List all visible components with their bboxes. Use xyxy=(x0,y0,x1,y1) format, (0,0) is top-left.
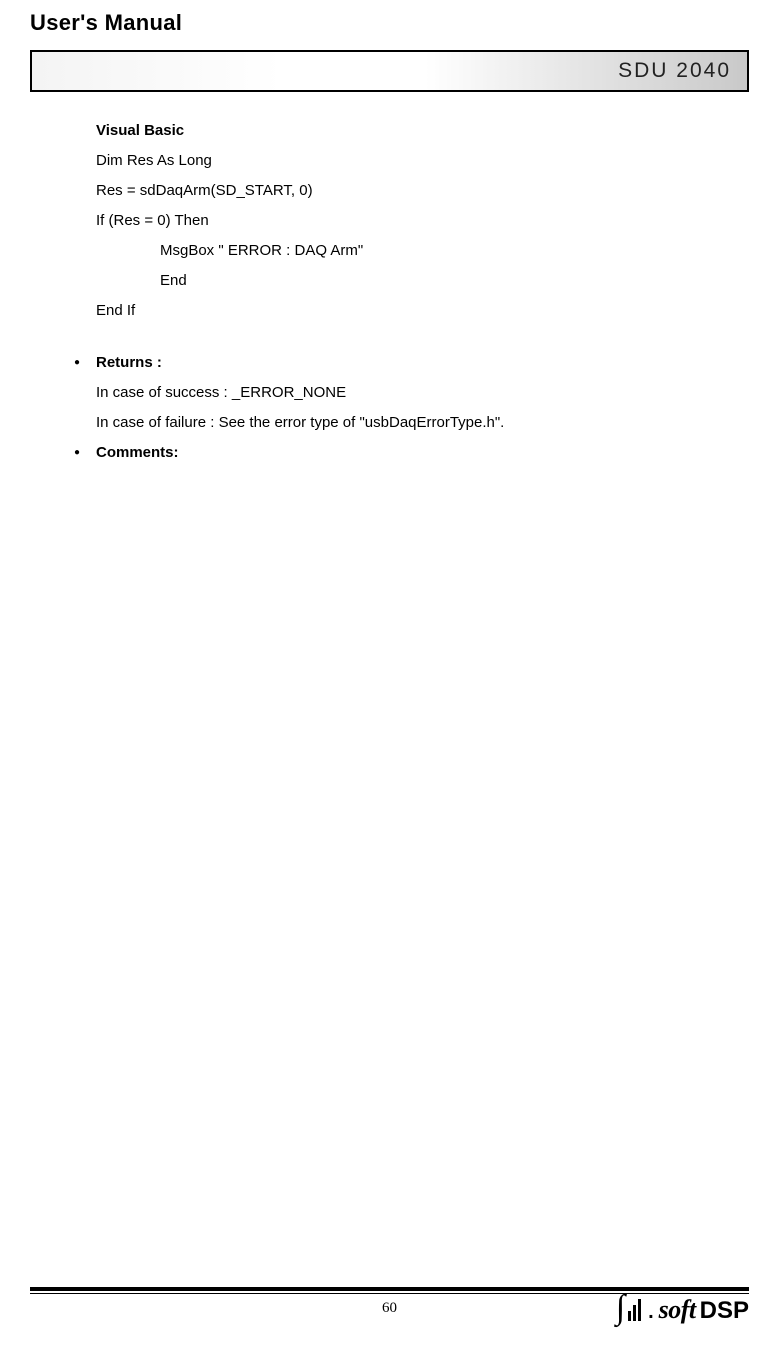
code-line: MsgBox " ERROR : DAQ Arm" xyxy=(96,236,729,266)
footer-rule xyxy=(30,1287,749,1291)
product-name: SDU 2040 xyxy=(618,59,731,83)
code-line: End If xyxy=(96,296,729,326)
code-line: If (Res = 0) Then xyxy=(96,206,729,236)
page-number: 60 xyxy=(382,1300,397,1317)
returns-label: Returns : xyxy=(96,348,504,378)
softdsp-logo: ∫ . softDSP xyxy=(616,1294,749,1325)
code-line: Res = sdDaqArm(SD_START, 0) xyxy=(96,176,729,206)
returns-success: In case of success : _ERROR_NONE xyxy=(96,378,504,408)
page-footer: 60 ∫ . softDSP xyxy=(30,1287,749,1338)
logo-text-dsp: DSP xyxy=(700,1297,749,1325)
bullet-icon: ● xyxy=(70,348,96,438)
returns-failure: In case of failure : See the error type … xyxy=(96,408,504,438)
code-line: End xyxy=(96,266,729,296)
returns-section: ● Returns : In case of success : _ERROR_… xyxy=(70,348,729,438)
comments-section: ● Comments: xyxy=(70,438,729,468)
product-banner: SDU 2040 xyxy=(30,50,749,92)
bullet-icon: ● xyxy=(70,438,96,468)
logo-dot-icon: . xyxy=(648,1301,654,1324)
page-title: User's Manual xyxy=(30,10,749,36)
logo-mark-icon: ∫ xyxy=(616,1294,641,1321)
code-example: Visual Basic Dim Res As Long Res = sdDaq… xyxy=(96,116,729,326)
code-line: Dim Res As Long xyxy=(96,146,729,176)
comments-label: Comments: xyxy=(96,438,179,468)
content-body: Visual Basic Dim Res As Long Res = sdDaq… xyxy=(30,116,749,468)
code-language-heading: Visual Basic xyxy=(96,116,729,146)
logo-text-soft: soft xyxy=(659,1295,696,1325)
